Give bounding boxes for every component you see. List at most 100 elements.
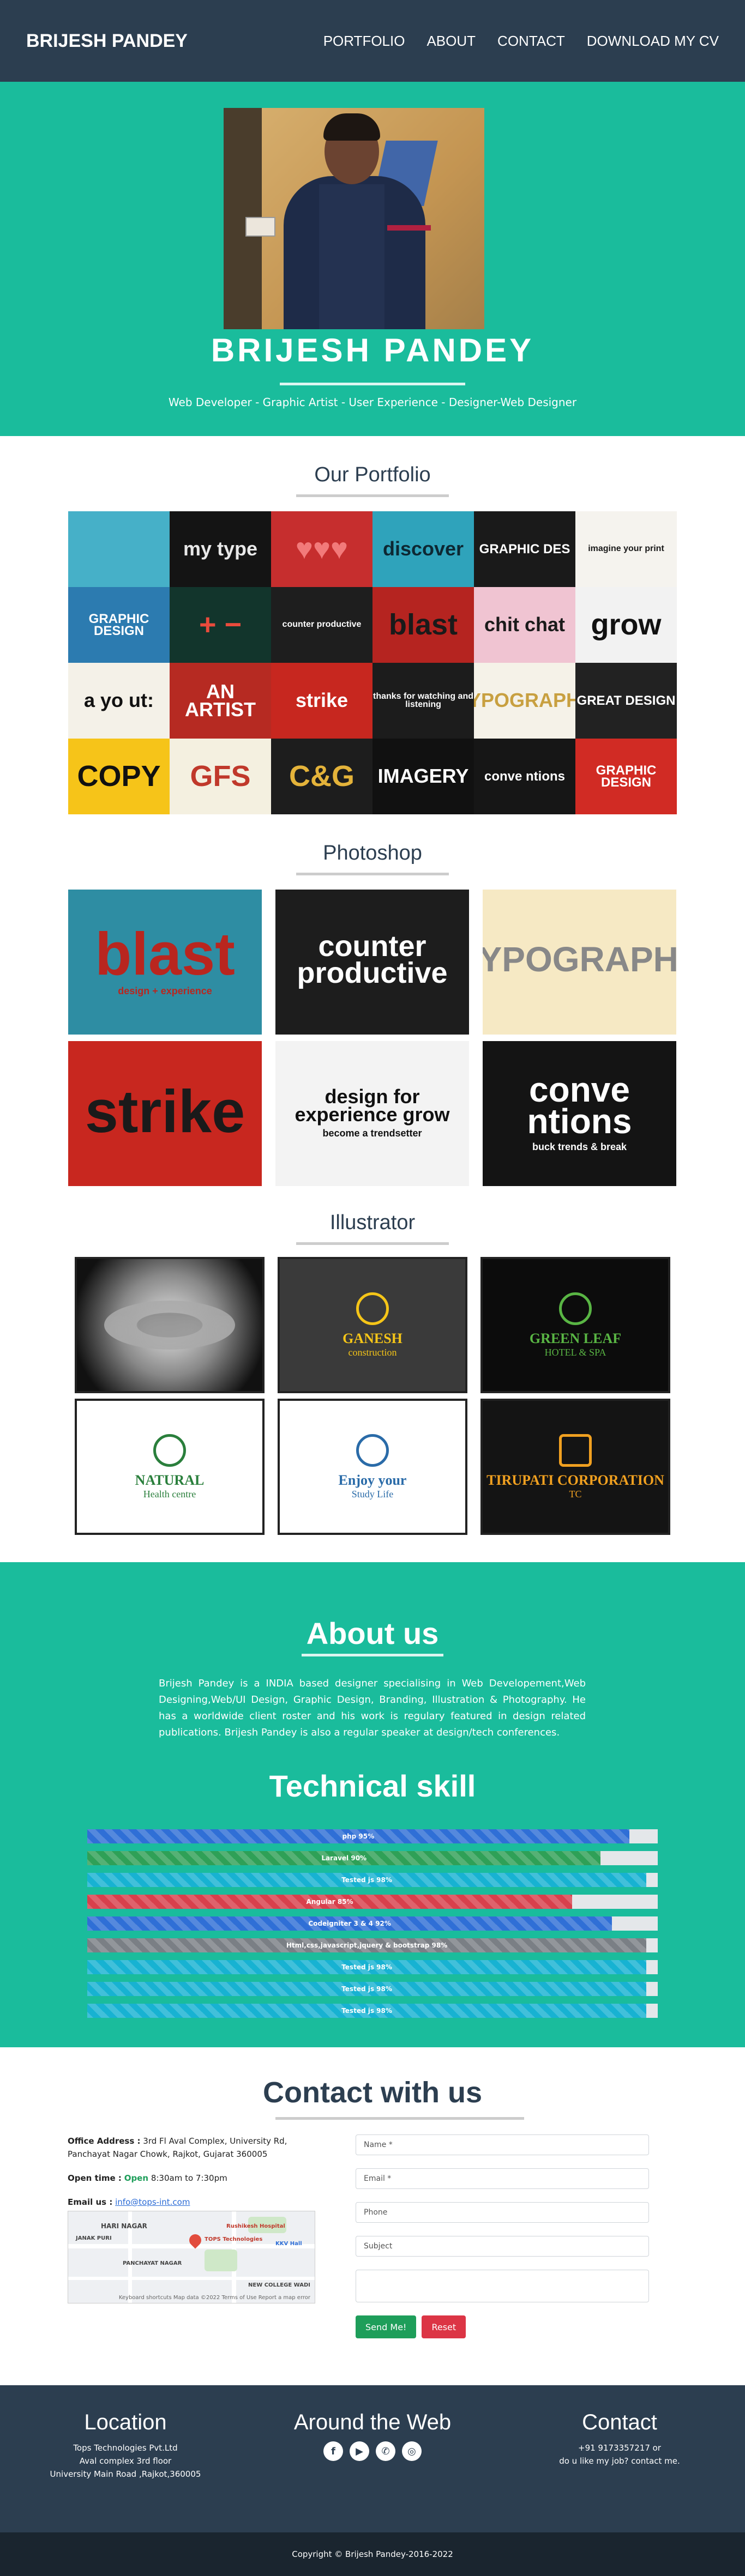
nav-link-download-cv[interactable]: DOWNLOAD MY CV	[587, 33, 719, 50]
portfolio-tile[interactable]: counter productive	[271, 587, 372, 663]
portfolio-tile[interactable]: GREAT DESIGN	[575, 663, 677, 739]
email-field[interactable]: Email *	[356, 2168, 649, 2189]
phone-field[interactable]: Phone	[356, 2202, 649, 2223]
portfolio-tile[interactable]: a yo ut:	[68, 663, 170, 739]
illustrator-card[interactable]: GREEN LEAF HOTEL & SPA	[480, 1257, 670, 1393]
photoshop-card[interactable]: design for experience grow become a trend…	[275, 1041, 469, 1186]
portfolio-tile[interactable]: conve ntions	[474, 739, 575, 814]
map-label: TOPS Technologies	[205, 2236, 263, 2242]
portfolio-tile-text: conve ntions	[484, 769, 566, 784]
portfolio-tile[interactable]: AN ARTIST	[170, 663, 271, 739]
hero-subtitle: Web Developer - Graphic Artist - User Ex…	[168, 396, 577, 409]
skill-bars: php 95% Laravel 90% Tested js 98% Angular 8…	[87, 1829, 658, 2025]
name-field[interactable]: Name *	[356, 2134, 649, 2155]
photoshop-card[interactable]: TYPOGRAPHY	[483, 890, 676, 1035]
nav-link-contact[interactable]: CONTACT	[497, 33, 565, 50]
portfolio-tile-text: IMAGERY	[377, 765, 469, 788]
photoshop-card[interactable]: counter productive	[275, 890, 469, 1035]
illustrator-card-tag: Health centre	[143, 1488, 196, 1499]
portfolio-tile-text: COPY	[77, 760, 161, 793]
footer-contact: Contact +91 9173357217 or do u like my j…	[538, 2410, 701, 2468]
portfolio-tile-text: C&G	[289, 760, 355, 793]
footer-contact-line: do u like my job? contact me.	[559, 2456, 680, 2466]
portfolio-tile[interactable]: TYPOGRAPHY	[474, 663, 575, 739]
portfolio-tile[interactable]: GRAPHIC DESIGN	[68, 587, 170, 663]
portfolio-tile-text: grow	[591, 608, 662, 642]
portfolio-tile[interactable]: chit chat	[474, 587, 575, 663]
portfolio-tile[interactable]	[68, 511, 170, 587]
photoshop-card-title: design for experience grow	[295, 1085, 450, 1126]
about-text: Brijesh Pandey is a INDIA based designer…	[159, 1678, 586, 1738]
profile-photo	[224, 108, 484, 329]
skill-bar-fill: Angular 85%	[87, 1895, 573, 1909]
portfolio-tile-text: GRAPHIC DES	[479, 541, 570, 557]
portfolio-tile[interactable]: IMAGERY	[372, 739, 474, 814]
portfolio-tile-text: + −	[199, 608, 242, 642]
hero-divider	[280, 383, 465, 385]
photoshop-card-title: conve ntions	[527, 1069, 632, 1141]
portfolio-tile[interactable]: GFS	[170, 739, 271, 814]
photoshop-section: Photoshop blast design + experience counte…	[0, 814, 745, 1186]
open-status: Open	[124, 2173, 149, 2183]
portfolio-tile[interactable]: blast	[372, 587, 474, 663]
skill-bar: Html,css,javascript,jquery & bootstrap 9…	[87, 1938, 658, 1952]
email-label: Email us :	[68, 2197, 113, 2207]
portfolio-tile[interactable]: GRAPHIC DES	[474, 511, 575, 587]
skill-bar-fill: Tested js 98%	[87, 1960, 647, 1974]
illustrator-card[interactable]	[75, 1257, 265, 1393]
email-link[interactable]: info@tops-int.com	[115, 2197, 190, 2207]
map-label: HARI NAGAR	[101, 2222, 147, 2230]
instagram-icon[interactable]: ◎	[402, 2441, 422, 2461]
message-field[interactable]	[356, 2270, 649, 2302]
portfolio-tile[interactable]: my type	[170, 511, 271, 587]
portfolio-tile[interactable]: ♥♥♥	[271, 511, 372, 587]
illustrator-divider	[296, 1242, 449, 1245]
portfolio-tile[interactable]: grow	[575, 587, 677, 663]
subject-field[interactable]: Subject	[356, 2236, 649, 2257]
portfolio-tile[interactable]: imagine your print	[575, 511, 677, 587]
nav-link-portfolio[interactable]: PORTFOLIO	[323, 33, 405, 50]
nav-link-about[interactable]: ABOUT	[426, 33, 476, 50]
illustrator-card[interactable]: Enjoy your Study Life	[278, 1399, 467, 1535]
send-button[interactable]: Send Me!	[356, 2315, 417, 2338]
photoshop-card[interactable]: strike	[68, 1041, 262, 1186]
portfolio-tile[interactable]: + −	[170, 587, 271, 663]
facebook-icon[interactable]: f	[323, 2441, 343, 2461]
footer: Location Tops Technologies Pvt.Ltd Aval …	[0, 2385, 745, 2532]
batman-superman-logo	[104, 1301, 235, 1350]
whatsapp-icon[interactable]: ✆	[376, 2441, 395, 2461]
illustrator-card-name: GREEN LEAF	[529, 1330, 622, 1346]
skill-bar: php 95%	[87, 1829, 658, 1843]
portfolio-tile[interactable]: C&G	[271, 739, 372, 814]
portfolio-divider	[296, 494, 449, 497]
portfolio-tile[interactable]: thanks for watching and listening	[372, 663, 474, 739]
portfolio-tile[interactable]: GRAPHIC DESIGN	[575, 739, 677, 814]
photoshop-card[interactable]: blast design + experience	[68, 890, 262, 1035]
footer-web: Around the Web f ▶ ✆ ◎	[263, 2410, 482, 2461]
skill-bar-fill: Codeigniter 3 & 4 92%	[87, 1916, 612, 1931]
photoshop-card-title: TYPOGRAPHY	[483, 940, 676, 979]
footer-contact-title: Contact	[582, 2410, 657, 2434]
illustrator-card[interactable]: TIRUPATI CORPORATION TC	[480, 1399, 670, 1535]
skill-bar: Angular 85%	[87, 1895, 658, 1909]
illustrator-card[interactable]: GANESH construction	[278, 1257, 467, 1393]
logo-mark-icon	[153, 1434, 186, 1467]
brand-logo-text[interactable]: BRIJESH PANDEY	[26, 31, 188, 52]
address-label: Office Address :	[68, 2136, 141, 2146]
portfolio-tile-text: ♥♥♥	[295, 533, 349, 566]
portfolio-tile-text: my type	[183, 537, 258, 560]
portfolio-tile[interactable]: strike	[271, 663, 372, 739]
location-map[interactable]: HARI NAGAR JANAK PURI PANCHAYAT NAGAR Ru…	[68, 2211, 315, 2303]
reset-button[interactable]: Reset	[422, 2315, 466, 2338]
portfolio-tile-text: GRAPHIC DESIGN	[596, 763, 657, 790]
technical-skill-title: Technical skill	[269, 1769, 476, 1803]
portfolio-tile[interactable]: discover	[372, 511, 474, 587]
footer-location-line: University Main Road ,Rajkot,360005	[50, 2469, 201, 2479]
portfolio-tile-text: imagine your print	[588, 544, 664, 554]
illustrator-card[interactable]: NATURAL Health centre	[75, 1399, 265, 1535]
portfolio-tile[interactable]: COPY	[68, 739, 170, 814]
youtube-icon[interactable]: ▶	[350, 2441, 369, 2461]
photoshop-card-title: blast	[95, 921, 235, 988]
photoshop-card-subtitle: buck trends & break	[532, 1141, 627, 1153]
photoshop-card[interactable]: conve ntions buck trends & break	[483, 1041, 676, 1186]
